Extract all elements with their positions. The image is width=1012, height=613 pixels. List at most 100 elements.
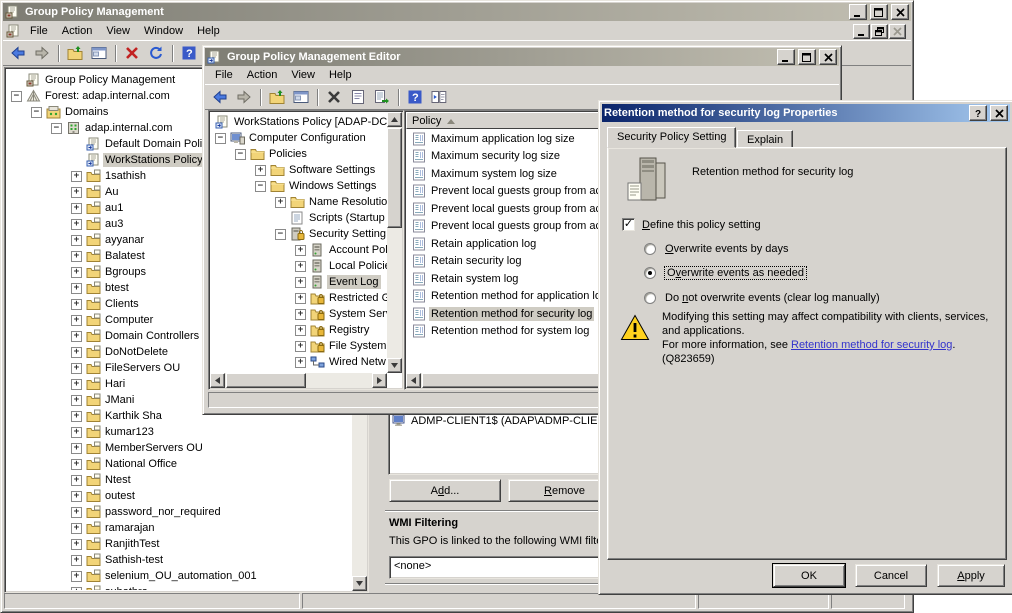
minimize-button[interactable] bbox=[849, 4, 867, 20]
mdi-minimize-button[interactable] bbox=[853, 24, 870, 39]
expand-icon[interactable]: + bbox=[71, 363, 82, 374]
expand-icon[interactable]: + bbox=[71, 171, 82, 182]
radio-overwrite-as-needed[interactable] bbox=[644, 267, 656, 279]
expand-icon[interactable]: + bbox=[295, 261, 306, 272]
console-window-toolbar-button[interactable] bbox=[88, 43, 110, 63]
expand-icon[interactable]: + bbox=[71, 395, 82, 406]
tree-item[interactable]: +Event Log bbox=[211, 274, 387, 290]
radio-do-not-overwrite[interactable] bbox=[644, 292, 656, 304]
expand-icon[interactable]: + bbox=[71, 523, 82, 534]
editor-menu-action[interactable]: Action bbox=[240, 67, 285, 83]
help-toolbar-button[interactable]: ? bbox=[178, 43, 200, 63]
scrollbar-thumb[interactable] bbox=[422, 373, 602, 388]
tree-item[interactable]: +RanjithTest bbox=[7, 536, 352, 552]
collapse-icon[interactable]: − bbox=[11, 91, 22, 102]
tab-security-policy-setting[interactable]: Security Policy Setting bbox=[607, 127, 736, 148]
expand-icon[interactable]: + bbox=[71, 267, 82, 278]
add-button[interactable]: Add... bbox=[389, 479, 501, 502]
delete-toolbar-button[interactable] bbox=[121, 43, 143, 63]
tree-item[interactable]: +Software Settings bbox=[211, 162, 387, 178]
dialog-close-button[interactable] bbox=[990, 105, 1008, 121]
expand-icon[interactable]: + bbox=[71, 411, 82, 422]
expand-icon[interactable]: + bbox=[275, 197, 286, 208]
editor-menu-file[interactable]: File bbox=[208, 67, 240, 83]
define-policy-checkbox[interactable] bbox=[622, 218, 635, 231]
back-toolbar-button[interactable] bbox=[7, 43, 29, 63]
collapse-icon[interactable]: − bbox=[215, 133, 226, 144]
editor-titlebar[interactable]: Group Policy Management Editor bbox=[205, 48, 839, 66]
ok-button[interactable]: OK bbox=[773, 564, 845, 587]
tree-item[interactable]: +National Office bbox=[7, 456, 352, 472]
tab-explain[interactable]: Explain bbox=[737, 130, 793, 148]
scroll-up-button[interactable] bbox=[387, 112, 402, 127]
tree-item[interactable]: +Ntest bbox=[7, 472, 352, 488]
refresh-toolbar-button[interactable] bbox=[145, 43, 167, 63]
expand-icon[interactable]: + bbox=[71, 459, 82, 470]
tree-item[interactable]: +subathra bbox=[7, 584, 352, 590]
properties-toolbar-button[interactable] bbox=[347, 87, 369, 107]
menu-file[interactable]: File bbox=[23, 23, 55, 39]
expand-icon[interactable]: + bbox=[71, 251, 82, 262]
tree-item[interactable]: +password_nor_required bbox=[7, 504, 352, 520]
expand-icon[interactable]: + bbox=[71, 379, 82, 390]
tree-item[interactable]: +File System bbox=[211, 338, 387, 354]
expand-icon[interactable]: + bbox=[71, 331, 82, 342]
console-window-toolbar-button[interactable] bbox=[290, 87, 312, 107]
up-folder-toolbar-button[interactable] bbox=[64, 43, 86, 63]
editor-menu-help[interactable]: Help bbox=[322, 67, 359, 83]
tree-item[interactable]: +Account Pol bbox=[211, 242, 387, 258]
expand-icon[interactable]: + bbox=[295, 325, 306, 336]
menu-action[interactable]: Action bbox=[55, 23, 100, 39]
tree-item[interactable]: −Windows Settings bbox=[211, 178, 387, 194]
forward-toolbar-button[interactable] bbox=[233, 87, 255, 107]
editor-minimize-button[interactable] bbox=[777, 49, 795, 65]
apply-button[interactable]: Apply bbox=[937, 564, 1005, 587]
expand-icon[interactable]: + bbox=[295, 341, 306, 352]
expand-icon[interactable]: + bbox=[71, 491, 82, 502]
show-report-toolbar-button[interactable] bbox=[428, 87, 450, 107]
tree-item[interactable]: +Restricted G bbox=[211, 290, 387, 306]
expand-icon[interactable]: + bbox=[71, 299, 82, 310]
tree-item[interactable]: +System Serv bbox=[211, 306, 387, 322]
scroll-right-button[interactable] bbox=[372, 373, 387, 388]
expand-icon[interactable]: + bbox=[71, 443, 82, 454]
scrollbar-thumb[interactable] bbox=[226, 373, 306, 388]
mdi-restore-button[interactable] bbox=[871, 24, 888, 39]
expand-icon[interactable]: + bbox=[71, 587, 82, 591]
expand-icon[interactable]: + bbox=[71, 427, 82, 438]
editor-close-button[interactable] bbox=[819, 49, 837, 65]
collapse-icon[interactable]: − bbox=[235, 149, 246, 160]
expand-icon[interactable]: + bbox=[71, 187, 82, 198]
expand-icon[interactable]: + bbox=[295, 245, 306, 256]
main-titlebar[interactable]: Group Policy Management bbox=[3, 3, 911, 21]
tree-item[interactable]: −Computer Configuration bbox=[211, 130, 387, 146]
delete-black-toolbar-button[interactable] bbox=[323, 87, 345, 107]
dialog-titlebar[interactable]: Retention method for security log Proper… bbox=[602, 104, 1010, 122]
tree-item[interactable]: WorkStations Policy [ADAP-DC1 bbox=[211, 114, 387, 130]
tree-item[interactable]: +kumar123 bbox=[7, 424, 352, 440]
menu-help[interactable]: Help bbox=[190, 23, 227, 39]
expand-icon[interactable]: + bbox=[295, 357, 306, 368]
expand-icon[interactable]: + bbox=[71, 555, 82, 566]
expand-icon[interactable]: + bbox=[71, 203, 82, 214]
tree-item[interactable]: +Registry bbox=[211, 322, 387, 338]
expand-icon[interactable]: + bbox=[255, 165, 266, 176]
scroll-left-button[interactable] bbox=[406, 373, 421, 388]
tree-item[interactable]: +Wired Netw bbox=[211, 354, 387, 370]
export-list-toolbar-button[interactable] bbox=[371, 87, 393, 107]
maximize-button[interactable] bbox=[870, 4, 888, 20]
tree-item[interactable]: +ramarajan bbox=[7, 520, 352, 536]
collapse-icon[interactable]: − bbox=[31, 107, 42, 118]
expand-icon[interactable]: + bbox=[71, 475, 82, 486]
cancel-button[interactable]: Cancel bbox=[855, 564, 927, 587]
mdi-close-button[interactable] bbox=[889, 24, 906, 39]
expand-icon[interactable]: + bbox=[71, 507, 82, 518]
scrollbar-thumb[interactable] bbox=[387, 128, 402, 228]
collapse-icon[interactable]: − bbox=[51, 123, 62, 134]
retention-help-link[interactable]: Retention method for security log bbox=[791, 339, 952, 351]
help-toolbar-button[interactable]: ? bbox=[404, 87, 426, 107]
expand-icon[interactable]: + bbox=[71, 539, 82, 550]
editor-tree-vertical-scrollbar[interactable] bbox=[387, 112, 402, 373]
expand-icon[interactable]: + bbox=[295, 309, 306, 320]
tree-item[interactable]: +outest bbox=[7, 488, 352, 504]
